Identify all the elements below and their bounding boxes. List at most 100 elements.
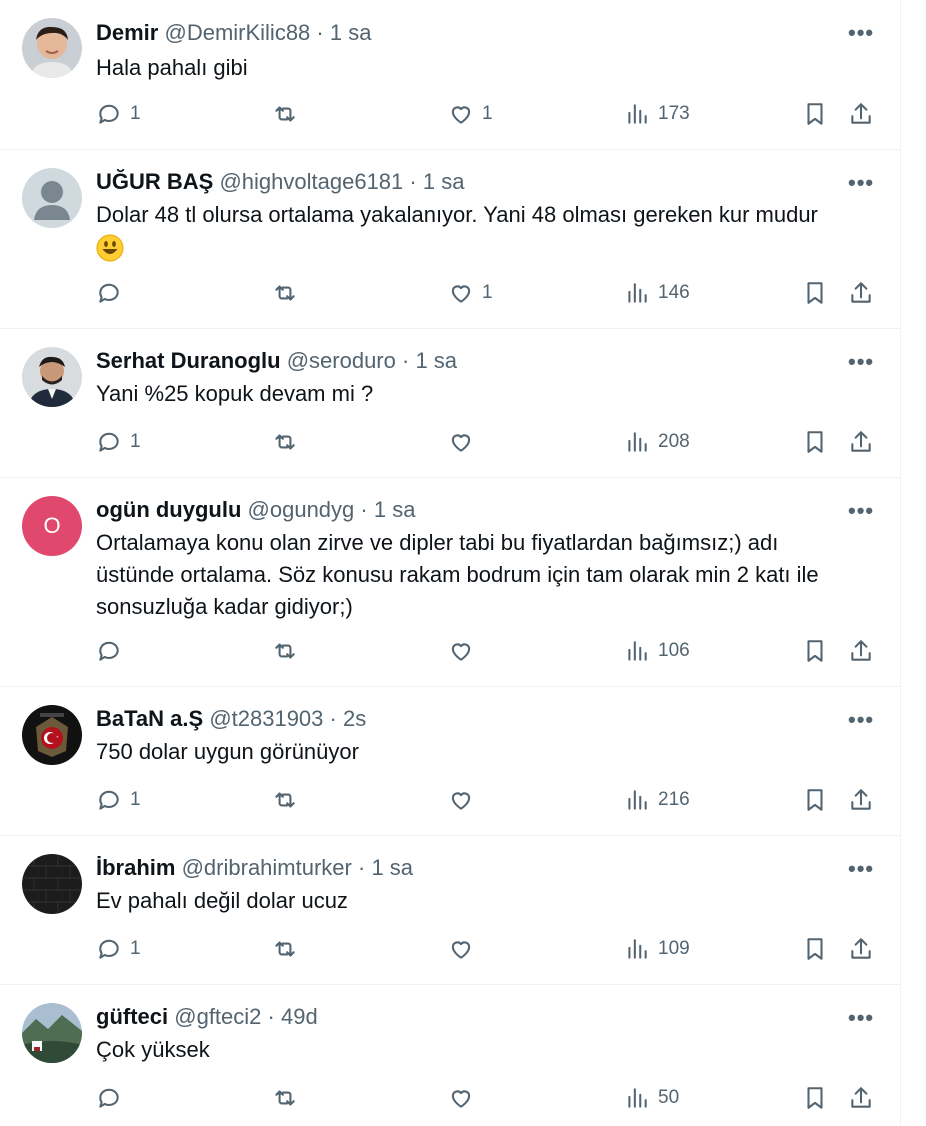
heart-icon [451, 792, 471, 810]
bookmark-button[interactable] [802, 787, 828, 813]
tweet[interactable]: Serhat Duranoglu @seroduro · 1 sa ••• Ya… [0, 329, 900, 478]
timestamp[interactable]: 1 sa [374, 497, 416, 522]
views-button[interactable]: 146 [624, 280, 690, 306]
author-name[interactable]: Serhat Duranoglu [96, 348, 281, 373]
author-handle[interactable]: @gfteci2 [174, 1004, 261, 1029]
author-handle[interactable]: @seroduro [287, 348, 396, 373]
more-icon[interactable]: ••• [848, 858, 874, 884]
bookmark-button[interactable] [802, 429, 828, 455]
bookmark-button[interactable] [802, 936, 828, 962]
like-button[interactable] [448, 787, 482, 813]
views-button[interactable]: 106 [624, 638, 690, 664]
tweet[interactable]: O ogün duygulu @ogundyg · 1 sa ••• Ortal… [0, 478, 900, 687]
more-icon[interactable]: ••• [848, 709, 874, 735]
timestamp[interactable]: 1 sa [371, 855, 413, 880]
retweet-icon [275, 434, 295, 450]
timestamp[interactable]: 1 sa [423, 169, 465, 194]
author-name[interactable]: UĞUR BAŞ [96, 169, 213, 194]
tweet[interactable]: BaTaN a.Ş @t2831903 · 2s ••• 750 dolar u… [0, 687, 900, 836]
like-button[interactable]: 1 [448, 101, 493, 127]
like-button[interactable]: 1 [448, 280, 493, 306]
tweet[interactable]: UĞUR BAŞ @highvoltage6181 · 1 sa ••• Dol… [0, 150, 900, 329]
views-button[interactable]: 50 [624, 1085, 679, 1111]
timestamp[interactable]: 1 sa [330, 20, 372, 45]
more-icon[interactable]: ••• [848, 351, 874, 377]
timeline-column: Demir @DemirKilic88 · 1 sa ••• Hala paha… [0, 0, 901, 1126]
share-button[interactable] [848, 638, 874, 664]
retweet-icon [275, 285, 295, 301]
share-button[interactable] [848, 787, 874, 813]
heart-icon [451, 285, 471, 303]
more-icon[interactable]: ••• [848, 1007, 874, 1033]
retweet-button[interactable] [272, 429, 306, 455]
views-button[interactable]: 109 [624, 936, 690, 962]
avatar[interactable] [22, 347, 82, 407]
author-name[interactable]: güfteci [96, 1004, 168, 1029]
author-name[interactable]: BaTaN a.Ş [96, 706, 203, 731]
timestamp[interactable]: 49d [281, 1004, 318, 1029]
reply-button[interactable] [96, 638, 130, 664]
reply-button[interactable]: 1 [96, 101, 141, 127]
view-count: 146 [658, 282, 690, 303]
view-count: 50 [658, 1087, 680, 1108]
tweet[interactable]: İbrahim @dribrahimturker · 1 sa ••• Ev p… [0, 836, 900, 985]
avatar[interactable] [22, 168, 82, 228]
like-button[interactable] [448, 936, 482, 962]
retweet-button[interactable] [272, 101, 306, 127]
retweet-icon [275, 106, 295, 122]
reply-icon [99, 1088, 119, 1108]
author-name[interactable]: ogün duygulu [96, 497, 241, 522]
retweet-button[interactable] [272, 280, 306, 306]
author-handle[interactable]: @highvoltage6181 [219, 169, 403, 194]
author-handle[interactable]: @t2831903 [209, 706, 323, 731]
tweet[interactable]: Demir @DemirKilic88 · 1 sa ••• Hala paha… [0, 0, 900, 150]
share-button[interactable] [848, 1085, 874, 1111]
avatar[interactable] [22, 854, 82, 914]
avatar[interactable] [22, 705, 82, 765]
retweet-button[interactable] [272, 787, 306, 813]
more-icon[interactable]: ••• [848, 172, 874, 198]
share-icon [851, 103, 871, 124]
avatar-letter: O [22, 496, 82, 556]
timestamp[interactable]: 2s [343, 706, 366, 731]
author-name[interactable]: İbrahim [96, 855, 175, 880]
avatar[interactable] [22, 1003, 82, 1063]
avatar[interactable]: O [22, 496, 82, 556]
author-handle[interactable]: @dribrahimturker [182, 855, 352, 880]
views-button[interactable]: 216 [624, 787, 690, 813]
retweet-button[interactable] [272, 936, 306, 962]
bookmark-button[interactable] [802, 101, 828, 127]
share-button[interactable] [848, 101, 874, 127]
timestamp[interactable]: 1 sa [415, 348, 457, 373]
author-handle[interactable]: @DemirKilic88 [164, 20, 310, 45]
like-button[interactable] [448, 429, 482, 455]
more-icon[interactable]: ••• [848, 22, 874, 48]
views-button[interactable]: 208 [624, 429, 690, 455]
tweet-text-line: Ortalamaya konu olan zirve ve dipler tab… [96, 530, 779, 555]
retweet-button[interactable] [272, 1085, 306, 1111]
avatar[interactable] [22, 18, 82, 78]
reply-button[interactable]: 1 [96, 936, 141, 962]
bookmark-button[interactable] [802, 1085, 828, 1111]
like-button[interactable] [448, 638, 482, 664]
retweet-button[interactable] [272, 638, 306, 664]
share-button[interactable] [848, 936, 874, 962]
more-icon[interactable]: ••• [848, 500, 874, 526]
share-button[interactable] [848, 280, 874, 306]
tweet[interactable]: güfteci @gfteci2 · 49d ••• Çok yüksek 50 [0, 985, 900, 1126]
reply-button[interactable] [96, 1085, 130, 1111]
reply-button[interactable] [96, 280, 130, 306]
tweet-header: Demir @DemirKilic88 · 1 sa [96, 19, 371, 47]
tweet-header: UĞUR BAŞ @highvoltage6181 · 1 sa [96, 168, 464, 196]
bookmark-button[interactable] [802, 638, 828, 664]
views-button[interactable]: 173 [624, 101, 690, 127]
reply-button[interactable]: 1 [96, 787, 141, 813]
heart-icon [451, 643, 471, 661]
like-button[interactable] [448, 1085, 482, 1111]
author-name[interactable]: Demir [96, 20, 158, 45]
bookmark-button[interactable] [802, 280, 828, 306]
reply-button[interactable]: 1 [96, 429, 141, 455]
share-button[interactable] [848, 429, 874, 455]
author-handle[interactable]: @ogundyg [248, 497, 355, 522]
reply-icon [99, 790, 119, 810]
